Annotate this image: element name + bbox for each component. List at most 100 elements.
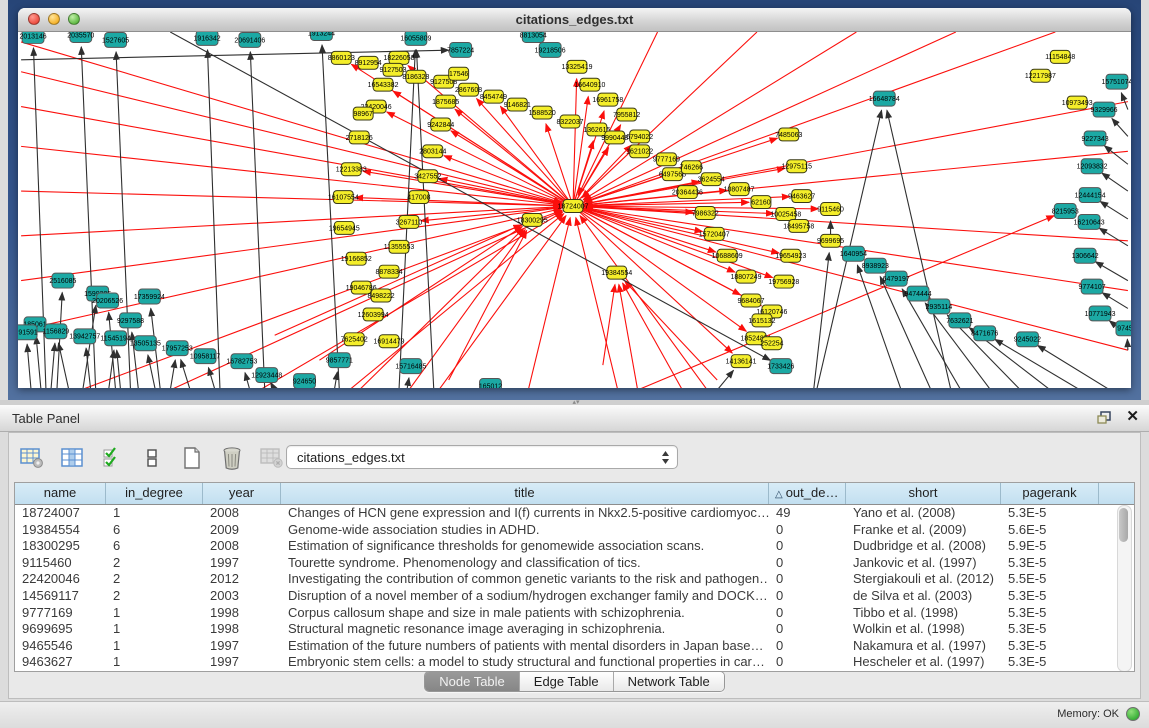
graph-node[interactable]: 2718126 — [346, 131, 373, 144]
graph-node[interactable]: 16640910 — [574, 78, 605, 91]
graph-node[interactable]: 3267110 — [396, 215, 423, 228]
network-view-window[interactable]: citations_edges.txt 18724007183002951938… — [18, 8, 1131, 388]
table-row[interactable]: 977716911998Corpus callosum shape and si… — [15, 605, 1134, 622]
graph-node[interactable]: 17957253 — [162, 341, 193, 356]
graph-node[interactable]: 2013146 — [20, 32, 47, 43]
column-header-short[interactable]: short — [846, 483, 1001, 504]
tab-node-table[interactable]: Node Table — [425, 672, 520, 691]
graph-node[interactable]: 62160 — [751, 196, 771, 209]
graph-node[interactable]: 1916342 — [194, 32, 221, 45]
graph-node[interactable]: 8322037 — [556, 115, 583, 128]
graph-node[interactable]: 12444154 — [1075, 188, 1106, 203]
graph-node[interactable]: 9329966 — [1090, 102, 1117, 117]
graph-node[interactable]: 391591 — [18, 325, 38, 340]
graph-node[interactable]: 9245022 — [1014, 332, 1041, 347]
graph-node[interactable]: 12093832 — [1077, 159, 1108, 174]
graph-node[interactable]: 1306642 — [1072, 248, 1099, 263]
graph-node[interactable]: 1875685 — [432, 95, 459, 108]
graph-node[interactable]: 16914479 — [374, 335, 405, 348]
graph-node[interactable]: 7625402 — [341, 333, 368, 346]
close-panel-icon[interactable]: ✕ — [1126, 409, 1139, 425]
graph-node[interactable]: 1913244 — [308, 32, 335, 40]
graph-node[interactable]: 746266 — [680, 161, 703, 174]
network-graph[interactable]: 1872400718300295193845548860123891295418… — [18, 32, 1131, 388]
graph-node[interactable]: 9990448 — [601, 131, 628, 144]
graph-node[interactable]: 17546 — [449, 67, 469, 80]
column-header-in_degree[interactable]: in_degree — [106, 483, 203, 504]
graph-node[interactable]: 19756928 — [768, 275, 799, 288]
graph-node[interactable]: 2867608 — [455, 83, 482, 96]
graph-node[interactable]: 15751074 — [1101, 74, 1131, 89]
scrollbar-thumb[interactable] — [1119, 508, 1128, 542]
graph-node[interactable]: 7986322 — [692, 207, 719, 220]
graph-node[interactable]: 8498222 — [368, 289, 395, 302]
graph-node[interactable]: 1733426 — [767, 359, 794, 374]
graph-node[interactable]: 9463627 — [788, 190, 815, 203]
graph-node[interactable]: 11545194 — [100, 331, 131, 346]
graph-node[interactable]: 12213383 — [336, 163, 367, 176]
table-select-dropdown[interactable]: citations_edges.txt — [286, 445, 678, 469]
graph-node[interactable]: 1156829 — [43, 324, 70, 339]
graph-node[interactable]: 252254 — [760, 337, 783, 350]
graph-node[interactable]: 8813054 — [520, 32, 547, 42]
graph-node[interactable]: 9242844 — [427, 118, 454, 131]
graph-node[interactable]: 9227343 — [1082, 131, 1109, 146]
graph-node[interactable]: 1640954 — [840, 246, 867, 261]
graph-node[interactable]: 12603994 — [358, 308, 389, 321]
graph-node[interactable]: 19384554 — [601, 266, 632, 279]
graph-node[interactable]: 14136141 — [726, 355, 757, 368]
graph-node[interactable]: 13325419 — [562, 60, 593, 73]
graph-node[interactable]: 9777169 — [653, 153, 680, 166]
graph-node[interactable]: 97450 — [1116, 321, 1131, 336]
graph-node[interactable]: 20206526 — [92, 293, 123, 308]
graph-node[interactable]: 20691406 — [234, 32, 265, 47]
graph-node[interactable]: 17359924 — [134, 289, 165, 304]
column-header-name[interactable]: name — [15, 483, 106, 504]
graph-node[interactable]: 8912954 — [355, 56, 382, 69]
graph-node[interactable]: 10771943 — [1085, 306, 1116, 321]
graph-node[interactable]: 16782753 — [226, 354, 257, 369]
network-canvas[interactable]: 1872400718300295193845548860123891295418… — [18, 32, 1131, 388]
table-row[interactable]: 2242004622012Investigating the contribut… — [15, 571, 1134, 588]
graph-node[interactable]: 165012 — [479, 379, 502, 388]
table-row[interactable]: 1830029562008Estimation of significance … — [15, 538, 1134, 555]
graph-node[interactable]: 7857224 — [447, 42, 474, 57]
graph-node[interactable]: 1621022 — [626, 145, 653, 158]
graph-node[interactable]: 417008 — [407, 191, 430, 204]
graph-node[interactable]: 2803144 — [419, 145, 446, 158]
graph-node[interactable]: 9146821 — [504, 98, 531, 111]
tab-edge-table[interactable]: Edge Table — [520, 672, 614, 691]
graph-node[interactable]: 9857771 — [326, 353, 353, 368]
show-columns-icon[interactable] — [59, 445, 85, 471]
graph-node[interactable]: 16543382 — [368, 78, 399, 91]
graph-node[interactable]: 13505135 — [130, 336, 161, 351]
table-row[interactable]: 1938455462009Genome-wide association stu… — [15, 522, 1134, 539]
graph-node[interactable]: 12217987 — [1025, 69, 1056, 82]
graph-node[interactable]: 3624554 — [698, 173, 725, 186]
graph-node[interactable]: 8186328 — [402, 70, 429, 83]
graph-node[interactable]: 19166852 — [341, 252, 372, 265]
graph-node[interactable]: 15716485 — [395, 359, 426, 374]
row-height-icon[interactable] — [139, 445, 165, 471]
column-header-out_de[interactable]: △out_de… — [769, 483, 846, 504]
table-scrollbar[interactable] — [1117, 505, 1132, 672]
column-header-title[interactable]: title — [281, 483, 769, 504]
graph-node[interactable]: 9297588 — [117, 313, 144, 328]
graph-node[interactable]: 8471676 — [971, 326, 998, 341]
graph-node[interactable]: 8878334 — [376, 265, 403, 278]
graph-node[interactable]: 1588520 — [529, 106, 556, 119]
graph-node[interactable]: 8938923 — [862, 258, 889, 273]
graph-node[interactable]: 98967 — [353, 107, 373, 120]
window-titlebar[interactable]: citations_edges.txt — [18, 8, 1131, 32]
graph-node[interactable]: 16961758 — [592, 93, 623, 106]
graph-node[interactable]: 7632621 — [946, 313, 973, 328]
graph-node[interactable]: 16648784 — [869, 91, 900, 106]
table-settings-icon[interactable] — [19, 445, 45, 471]
graph-node[interactable]: 1527605 — [102, 32, 129, 47]
graph-node[interactable]: 2935114 — [926, 299, 953, 314]
select-columns-icon[interactable] — [99, 445, 125, 471]
table-row[interactable]: 946554611997Estimation of the future num… — [15, 638, 1134, 655]
graph-node[interactable]: 6479197 — [883, 271, 910, 286]
graph-node[interactable]: 19218506 — [535, 42, 566, 57]
graph-node[interactable]: 1615132 — [748, 314, 775, 327]
